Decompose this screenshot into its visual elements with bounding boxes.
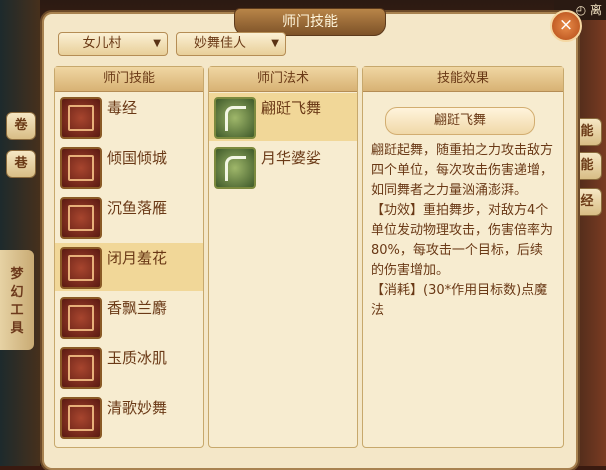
magic-item[interactable]: 月华婆娑 <box>209 143 357 191</box>
skill-label: 沉鱼落雁 <box>107 199 168 217</box>
skill-fish-icon <box>60 197 102 239</box>
faction-dropdown[interactable]: 女儿村 ▼ <box>58 32 168 56</box>
skill-label: 闭月羞花 <box>107 249 168 267</box>
skill-item[interactable]: 玉质冰肌 <box>55 343 203 391</box>
skill-moon-icon <box>60 247 102 289</box>
skill-charm-icon <box>60 147 102 189</box>
skill-poison-icon <box>60 97 102 139</box>
skills-panel: 师门技能 毒经 倾国倾城 沉鱼落雁 闭月羞花 香飘兰麝 玉质冰肌 清歌妙舞 <box>54 66 204 448</box>
category-dropdown[interactable]: 妙舞佳人 ▼ <box>176 32 286 56</box>
skill-item[interactable]: 香飘兰麝 <box>55 293 203 341</box>
skill-item[interactable]: 清歌妙舞 <box>55 393 203 441</box>
chevron-down-icon: ▼ <box>153 38 161 49</box>
magic-label: 翩跹飞舞 <box>261 99 322 117</box>
skill-label: 香飘兰麝 <box>107 299 168 317</box>
moon-branch-icon <box>214 147 256 189</box>
close-icon: × <box>558 15 574 35</box>
category-dropdown-value: 妙舞佳人 <box>193 36 246 51</box>
effect-description-block: 翩跹起舞，随重拍之力攻击敌方四个单位，每次攻击伤害递增，如同舞者之力量汹涌澎湃。… <box>371 141 555 321</box>
side-tool-label: 梦幻工具 <box>10 267 24 336</box>
skill-label: 毒经 <box>107 99 138 117</box>
chevron-down-icon: ▼ <box>271 38 279 49</box>
effect-cost: 【消耗】(30*作用目标数)点魔法 <box>371 283 548 318</box>
effect-panel-header: 技能效果 <box>363 67 563 92</box>
effect-panel: 技能效果 翩跹飞舞 翩跹起舞，随重拍之力攻击敌方四个单位，每次攻击伤害递增，如同… <box>362 66 564 448</box>
faction-dropdown-value: 女儿村 <box>82 36 122 51</box>
scene-left-column <box>0 0 40 466</box>
skill-orchid-icon <box>60 297 102 339</box>
skill-dialog: 师门技能 × 女儿村 ▼ 妙舞佳人 ▼ 师门技能 毒经 倾国倾城 沉鱼落雁 闭月… <box>42 8 582 470</box>
left-side-button-2[interactable]: 卷 <box>6 112 36 140</box>
skill-jade-icon <box>60 347 102 389</box>
magic-item-selected[interactable]: 翩跹飞舞 <box>209 93 357 141</box>
skill-item[interactable]: 沉鱼落雁 <box>55 193 203 241</box>
skill-item[interactable]: 毒经 <box>55 93 203 141</box>
magic-label: 月华婆娑 <box>261 149 322 167</box>
close-button[interactable]: × <box>550 10 582 42</box>
skill-item-selected[interactable]: 闭月羞花 <box>55 243 203 291</box>
effect-skill-name: 翩跹飞舞 <box>385 107 535 135</box>
magic-panel: 师门法术 翩跹飞舞 月华婆娑 <box>208 66 358 448</box>
effect-detail: 【功效】重拍舞步，对敌方4个单位发动物理攻击，伤害倍率为80%，每攻击一个目标，… <box>371 203 554 278</box>
left-side-button-1[interactable]: 巷 <box>6 150 36 178</box>
top-right-label[interactable]: 离 <box>590 3 602 17</box>
dance-icon <box>214 97 256 139</box>
skill-item[interactable]: 倾国倾城 <box>55 143 203 191</box>
skill-label: 倾国倾城 <box>107 149 168 167</box>
skill-label: 清歌妙舞 <box>107 399 168 417</box>
effect-description: 翩跹起舞，随重拍之力攻击敌方四个单位，每次攻击伤害递增，如同舞者之力量汹涌澎湃。 <box>371 143 554 198</box>
skill-song-icon <box>60 397 102 439</box>
magic-panel-header: 师门法术 <box>209 67 357 92</box>
skill-label: 玉质冰肌 <box>107 349 168 367</box>
skills-panel-header: 师门技能 <box>55 67 203 92</box>
